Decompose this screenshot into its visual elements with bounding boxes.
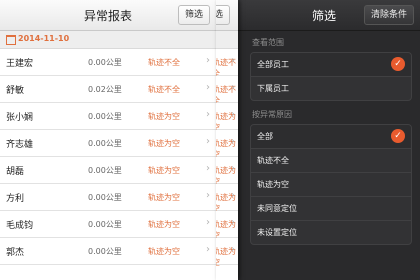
calendar-icon xyxy=(6,35,16,45)
employee-list: 王建宏 0.00公里 轨迹不全 › 舒敏 0.02公里 轨迹不全 › 张小娴 0.00公里 轨迹为空… xyxy=(0,49,216,265)
chevron-right-icon: › xyxy=(206,190,210,201)
chevron-right-icon: › xyxy=(206,136,210,147)
reason-section-label: 按异常原因 xyxy=(252,110,292,119)
strip-list-item: 轨迹为空› xyxy=(216,130,238,159)
chevron-right-icon: › xyxy=(206,163,210,174)
employee-name: 王建宏 xyxy=(6,59,34,69)
report-date: 2014-11-10 xyxy=(18,34,70,43)
clear-conditions-button[interactable]: 清除条件 xyxy=(363,5,414,25)
underlying-report-strip: 筛选 轨迹不全›轨迹不全›轨迹为空›轨迹为空›轨迹为空›轨迹为空›轨迹为空›轨迹… xyxy=(216,0,238,280)
distance-value: 0.00公里 xyxy=(88,193,122,202)
employee-name: 毛成钧 xyxy=(6,221,34,231)
strip-list-item: 轨迹不全› xyxy=(216,49,238,78)
filter-button[interactable]: 筛选 xyxy=(177,5,210,25)
list-item[interactable]: 郭杰 0.00公里 轨迹为空 › xyxy=(0,238,216,265)
chevron-right-icon: › xyxy=(231,55,235,66)
reason-option[interactable]: 轨迹为空 xyxy=(251,173,411,197)
checkmark-icon: ✓ xyxy=(391,57,405,71)
reason-option[interactable]: 未设置定位 xyxy=(251,221,411,244)
report-nav-bar: 异常报表 筛选 xyxy=(0,0,216,31)
list-item[interactable]: 王建宏 0.00公里 轨迹不全 › xyxy=(0,49,216,76)
strip-list-item: 轨迹为空› xyxy=(216,103,238,132)
scope-option-label: 全部员工 xyxy=(257,60,289,69)
strip-nav-bar: 筛选 xyxy=(216,0,238,31)
list-item[interactable]: 舒敏 0.02公里 轨迹不全 › xyxy=(0,76,216,103)
filter-nav-bar: 筛选 清除条件 xyxy=(238,0,420,31)
reason-option[interactable]: 未同意定位 xyxy=(251,197,411,221)
chevron-right-icon: › xyxy=(231,163,235,174)
date-bar[interactable]: 2014-11-10 xyxy=(0,31,216,49)
employee-name: 舒敏 xyxy=(6,86,25,96)
strip-list-item: 轨迹为空› xyxy=(216,238,238,267)
list-item[interactable]: 毛成钧 0.00公里 轨迹为空 › xyxy=(0,211,216,238)
scope-section-label: 查看范围 xyxy=(252,38,284,47)
strip-filter-button[interactable]: 筛选 xyxy=(216,5,231,25)
reason-option-label: 全部 xyxy=(257,132,273,141)
strip-list-item: 轨迹为空› xyxy=(216,184,238,213)
chevron-right-icon: › xyxy=(231,82,235,93)
list-item[interactable]: 方利 0.00公里 轨迹为空 › xyxy=(0,184,216,211)
status-label: 轨迹为空 xyxy=(148,193,180,202)
reason-option-label: 未设置定位 xyxy=(257,228,297,237)
chevron-right-icon: › xyxy=(206,55,210,66)
reason-option[interactable]: 全部 ✓ xyxy=(251,125,411,149)
filter-panel: 筛选 清除条件 查看范围 全部员工 ✓ 下属员工 按异常原因 全部 ✓ 轨迹不全轨迹为空… xyxy=(238,0,420,280)
strip-list-item: 轨迹为空› xyxy=(216,211,238,240)
status-label: 轨迹为空 xyxy=(148,247,180,256)
status-label: 轨迹为空 xyxy=(148,139,180,148)
chevron-right-icon: › xyxy=(206,244,210,255)
distance-value: 0.00公里 xyxy=(88,58,122,67)
employee-name: 齐志雄 xyxy=(6,140,34,150)
distance-value: 0.00公里 xyxy=(88,247,122,256)
reason-option[interactable]: 轨迹不全 xyxy=(251,149,411,173)
strip-list: 轨迹不全›轨迹不全›轨迹为空›轨迹为空›轨迹为空›轨迹为空›轨迹为空›轨迹为空› xyxy=(216,49,238,267)
reason-option-label: 未同意定位 xyxy=(257,204,297,213)
employee-name: 胡磊 xyxy=(6,167,25,177)
status-label: 轨迹不全 xyxy=(148,85,180,94)
employee-name: 方利 xyxy=(6,194,25,204)
reason-option-label: 轨迹不全 xyxy=(257,156,289,165)
status-label: 轨迹为空 xyxy=(148,220,180,229)
chevron-right-icon: › xyxy=(231,190,235,201)
scope-option-label: 下属员工 xyxy=(257,84,289,93)
scope-option[interactable]: 下属员工 xyxy=(251,77,411,100)
chevron-right-icon: › xyxy=(206,82,210,93)
status-label: 轨迹为空 xyxy=(148,166,180,175)
report-screen: 异常报表 筛选 2014-11-10 王建宏 0.00公里 轨迹不全 › 舒敏 0.02公… xyxy=(0,0,216,280)
scope-options: 全部员工 ✓ 下属员工 xyxy=(250,52,412,101)
chevron-right-icon: › xyxy=(231,109,235,120)
scope-option[interactable]: 全部员工 ✓ xyxy=(251,53,411,77)
strip-list-item: 轨迹不全› xyxy=(216,76,238,105)
reason-option-label: 轨迹为空 xyxy=(257,180,289,189)
strip-date-bar xyxy=(216,31,238,49)
distance-value: 0.02公里 xyxy=(88,85,122,94)
employee-name: 张小娴 xyxy=(6,113,34,123)
status-label: 轨迹不全 xyxy=(148,58,180,67)
distance-value: 0.00公里 xyxy=(88,139,122,148)
employee-name: 郭杰 xyxy=(6,248,25,258)
chevron-right-icon: › xyxy=(206,217,210,228)
filter-title: 筛选 xyxy=(312,9,337,23)
distance-value: 0.00公里 xyxy=(88,112,122,121)
chevron-right-icon: › xyxy=(231,136,235,147)
chevron-right-icon: › xyxy=(231,217,235,228)
strip-list-item: 轨迹为空› xyxy=(216,157,238,186)
list-item[interactable]: 胡磊 0.00公里 轨迹为空 › xyxy=(0,157,216,184)
list-item[interactable]: 张小娴 0.00公里 轨迹为空 › xyxy=(0,103,216,130)
list-item[interactable]: 齐志雄 0.00公里 轨迹为空 › xyxy=(0,130,216,157)
distance-value: 0.00公里 xyxy=(88,166,122,175)
chevron-right-icon: › xyxy=(231,244,235,255)
distance-value: 0.00公里 xyxy=(88,220,122,229)
chevron-right-icon: › xyxy=(206,109,210,120)
checkmark-icon: ✓ xyxy=(391,129,405,143)
status-label: 轨迹为空 xyxy=(148,112,180,121)
reason-options: 全部 ✓ 轨迹不全轨迹为空未同意定位未设置定位 xyxy=(250,124,412,245)
